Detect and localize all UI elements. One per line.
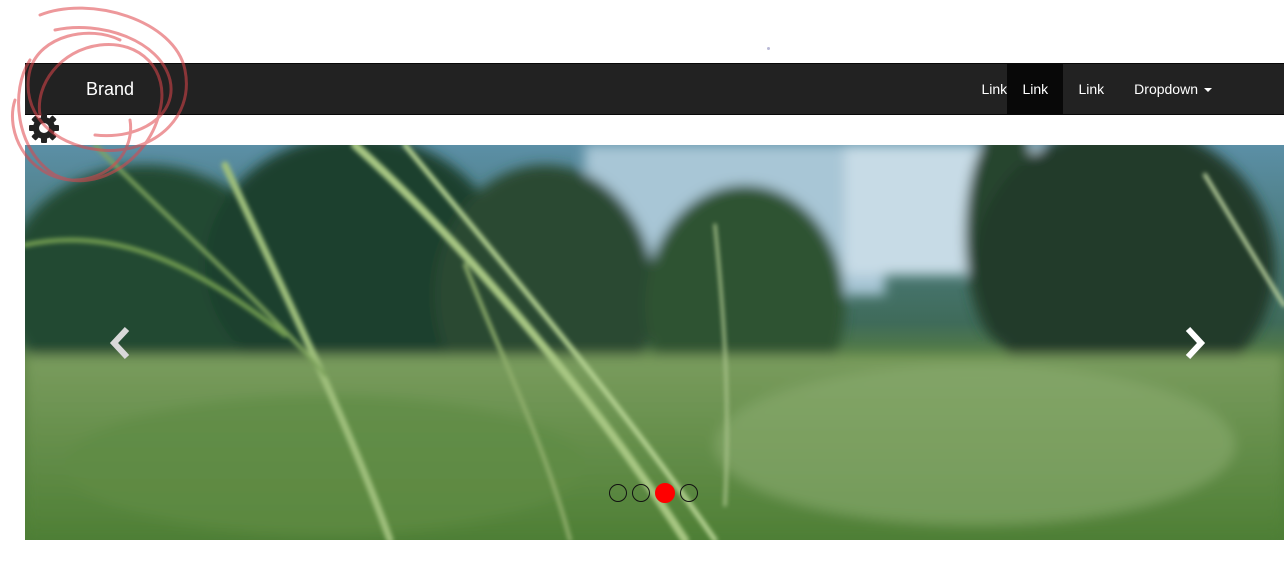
navbar: Brand Link Link Link Dropdown bbox=[25, 63, 1284, 115]
chevron-left-icon[interactable] bbox=[105, 325, 135, 361]
stray-dot bbox=[767, 47, 770, 50]
carousel-slide-image bbox=[25, 145, 1284, 540]
carousel bbox=[25, 145, 1284, 540]
carousel-indicator-3[interactable] bbox=[655, 483, 675, 503]
navbar-nav: Link Link Link Dropdown bbox=[981, 64, 1284, 114]
nav-link-1[interactable]: Link bbox=[981, 64, 1007, 114]
carousel-indicator-2[interactable] bbox=[632, 484, 650, 502]
page: Brand Link Link Link Dropdown bbox=[0, 0, 1284, 567]
nav-link-3[interactable]: Link bbox=[1063, 64, 1119, 114]
carousel-indicators bbox=[609, 483, 698, 503]
nav-dropdown-label: Dropdown bbox=[1134, 81, 1198, 97]
carousel-indicator-4[interactable] bbox=[680, 484, 698, 502]
navbar-brand[interactable]: Brand bbox=[86, 64, 134, 114]
chevron-right-icon[interactable] bbox=[1180, 325, 1210, 361]
nav-dropdown[interactable]: Dropdown bbox=[1119, 64, 1284, 114]
carousel-indicator-1[interactable] bbox=[609, 484, 627, 502]
nav-link-2[interactable]: Link bbox=[1007, 64, 1064, 114]
caret-down-icon bbox=[1204, 88, 1212, 93]
gear-icon[interactable] bbox=[26, 110, 62, 146]
